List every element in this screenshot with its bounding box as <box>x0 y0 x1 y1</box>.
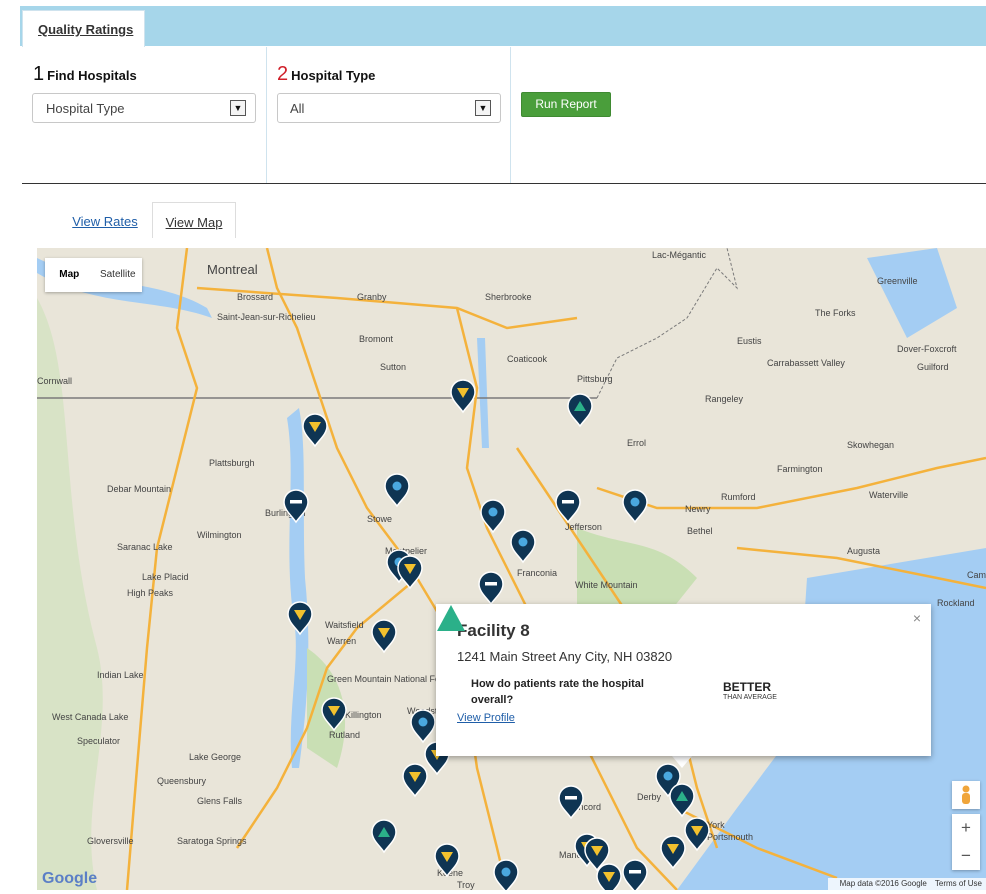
map-place-label: Brossard <box>237 292 273 302</box>
header-bar <box>20 6 986 46</box>
map-place-label: Lac-Mégantic <box>652 250 707 260</box>
map-place-label: Waitsfield <box>325 620 364 630</box>
step-number: 2 <box>277 63 289 85</box>
map-place-label: Pittsburg <box>577 374 613 384</box>
map-place-label: Bethel <box>687 526 713 536</box>
map-place-label: Glens Falls <box>197 796 243 806</box>
map-place-label: Portsmouth <box>707 832 753 842</box>
find-hospitals-panel: 1 Find Hospitals Hospital Type ▼ <box>22 47 267 183</box>
rating-question: How do patients rate the hospital overal… <box>471 678 644 706</box>
map-place-label: Gloversville <box>87 836 134 846</box>
map-place-label: Guilford <box>917 362 949 372</box>
map-type-control: Map Satellite <box>45 258 142 292</box>
zoom-out-button[interactable]: − <box>952 842 980 870</box>
chevron-down-icon[interactable]: ▼ <box>475 100 491 116</box>
map-place-label: Indian Lake <box>97 670 144 680</box>
map-place-label: Augusta <box>847 546 880 556</box>
map-place-label: Queensbury <box>157 776 207 786</box>
hospital-type-select[interactable]: Hospital Type ▼ <box>32 93 256 123</box>
map-place-label: Cornwall <box>37 376 72 386</box>
map-place-label: Montreal <box>207 262 258 277</box>
map-place-label: Sutton <box>380 362 406 372</box>
map-place-label: Saranac Lake <box>117 542 173 552</box>
map-place-label: Sherbrooke <box>485 292 532 302</box>
google-logo: Google <box>42 870 98 887</box>
hospital-type-panel: 2 Hospital Type All ▼ <box>267 47 511 183</box>
tab-view-map[interactable]: View Map <box>152 202 236 238</box>
map-place-label: Greenville <box>877 276 918 286</box>
terms-of-use-link[interactable]: Terms of Use <box>935 879 982 888</box>
map-type-map-button[interactable]: Map <box>45 258 94 292</box>
chevron-down-icon[interactable]: ▼ <box>230 100 246 116</box>
map-place-label: Debar Mountain <box>107 484 171 494</box>
map-place-label: Farmington <box>777 464 823 474</box>
map-place-label: Rangeley <box>705 394 744 404</box>
tab-view-rates[interactable]: View Rates <box>60 202 150 238</box>
map-place-label: White Mountain <box>575 580 638 590</box>
rating-text: BETTER <box>723 680 771 694</box>
map-place-label: Rumford <box>721 492 756 502</box>
type-all-select[interactable]: All ▼ <box>277 93 501 123</box>
map-place-label: Rutland <box>329 730 360 740</box>
step-number: 1 <box>33 63 45 85</box>
map-place-label: Skowhegan <box>847 440 894 450</box>
map-place-label: Speculator <box>77 736 120 746</box>
map-place-label: Carrabassett Valley <box>767 358 845 368</box>
facility-address: 1241 Main Street Any City, NH 03820 <box>457 649 673 664</box>
pegman-icon[interactable] <box>952 781 980 809</box>
map-type-satellite-button[interactable]: Satellite <box>94 258 143 292</box>
map-place-label: Newry <box>685 504 711 514</box>
divider <box>22 183 986 184</box>
map-place-label: Eustis <box>737 336 762 346</box>
map-place-label: Killington <box>345 710 382 720</box>
map-place-label: Troy <box>457 880 475 890</box>
better-triangle-icon <box>437 605 465 631</box>
tab-quality-ratings[interactable]: Quality Ratings <box>22 10 145 47</box>
find-hospitals-label: Find Hospitals <box>47 68 137 83</box>
map-place-label: The Forks <box>815 308 856 318</box>
run-report-button[interactable]: Run Report <box>521 92 611 117</box>
map-place-label: York <box>707 820 725 830</box>
map-place-label: Saratoga Springs <box>177 836 247 846</box>
map-place-label: Lake Placid <box>142 572 189 582</box>
zoom-control: + − <box>952 814 980 870</box>
map-place-label: Errol <box>627 438 646 448</box>
map-base: Montreal Brossard Saint-Jean-sur-Richelieu… <box>37 248 986 890</box>
hospital-pin-icon[interactable] <box>596 863 622 890</box>
map-place-label: Jefferson <box>565 522 602 532</box>
map-attribution: Map data ©2016 Google Terms of Use <box>827 878 986 890</box>
map-place-label: Coaticook <box>507 354 548 364</box>
map-place-label: Rockland <box>937 598 975 608</box>
map-place-label: High Peaks <box>127 588 174 598</box>
close-icon[interactable]: × <box>913 610 921 626</box>
map-place-label: Lake George <box>189 752 241 762</box>
map-place-label: Waterville <box>869 490 908 500</box>
map-canvas[interactable]: Montreal Brossard Saint-Jean-sur-Richelieu… <box>37 248 986 890</box>
map-place-label: Wilmington <box>197 530 242 540</box>
map-place-label: Derby <box>637 792 662 802</box>
map-place-label: Camden <box>967 570 986 580</box>
map-place-label: Stowe <box>367 514 392 524</box>
map-place-label: Franconia <box>517 568 557 578</box>
hospital-type-label: Hospital Type <box>291 68 376 83</box>
zoom-in-button[interactable]: + <box>952 814 980 842</box>
map-place-label: West Canada Lake <box>52 712 128 722</box>
rating-subtext: THAN AVERAGE <box>723 694 777 701</box>
facility-popup: × Facility 8 1241 Main Street Any City, … <box>436 604 931 756</box>
map-place-label: Bromont <box>359 334 394 344</box>
map-place-label: Saint-Jean-sur-Richelieu <box>217 312 316 322</box>
facility-title: Facility 8 <box>457 621 530 640</box>
map-place-label: Granby <box>357 292 387 302</box>
map-place-label: Warren <box>327 636 356 646</box>
view-profile-link[interactable]: View Profile <box>457 712 515 724</box>
map-place-label: Plattsburgh <box>209 458 255 468</box>
map-place-label: Dover-Foxcroft <box>897 344 957 354</box>
